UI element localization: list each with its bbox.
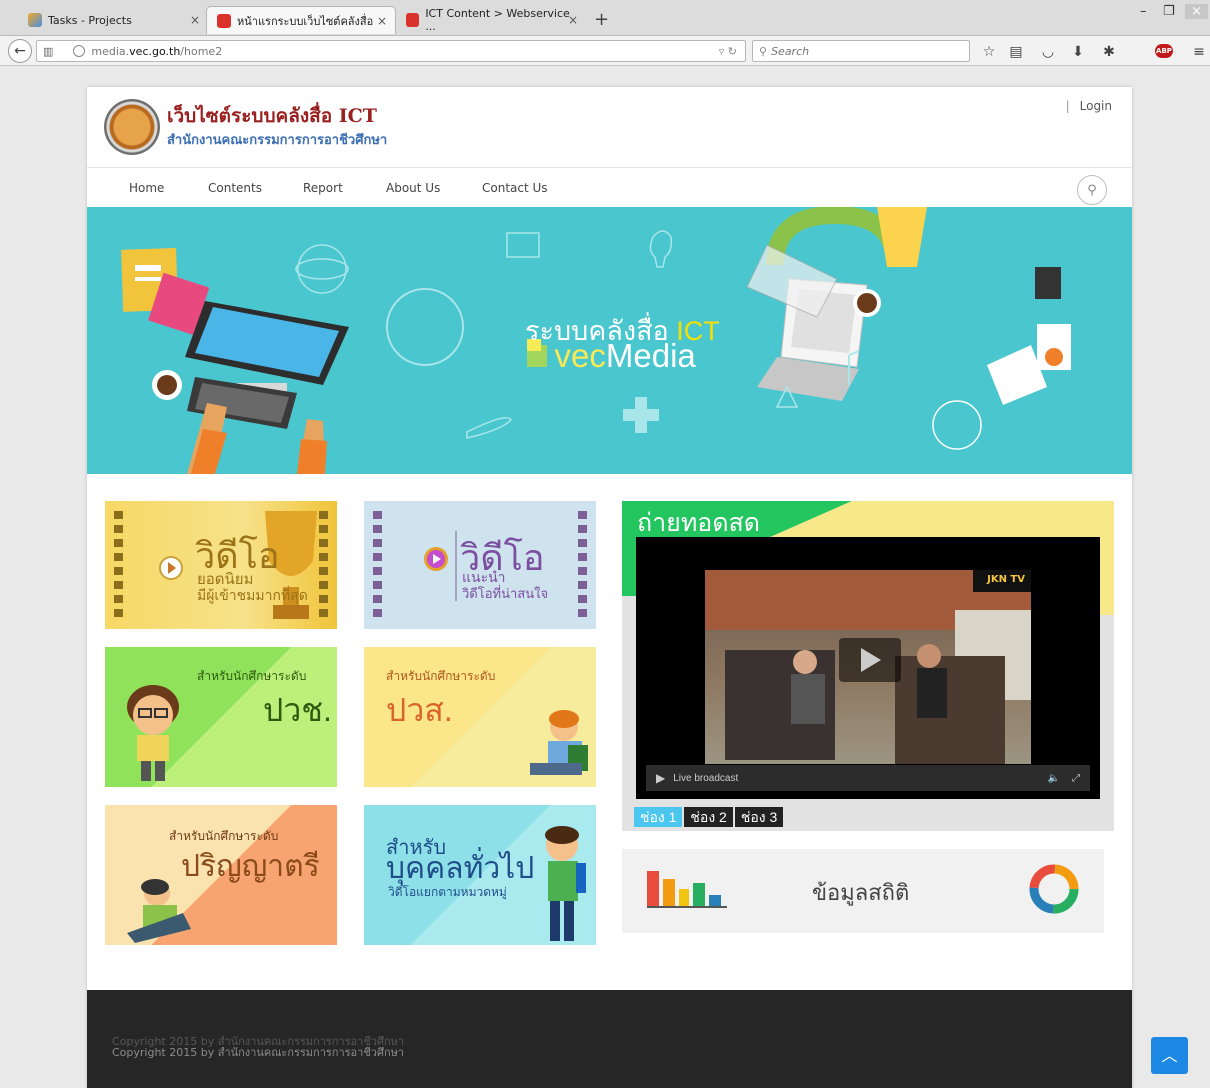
extension-icon[interactable]: ✱ [1100,44,1118,60]
menu-item-contents[interactable]: Contents [208,181,262,195]
banner-sub-vec: vec [554,337,606,374]
statistics-label: ข้อมูลสถิติ [812,880,910,905]
video-frame[interactable]: JKN TV [705,570,1031,764]
site-header: เว็บไซต์ระบบคลังสื่อ ICT สำนักงานคณะกรรม… [87,87,1132,167]
download-icon[interactable]: ⬇ [1069,44,1087,60]
menu-item-about-us[interactable]: About Us [386,181,440,195]
tab-ict-content-webservice[interactable]: ICT Content > Webservice ... × [396,6,586,34]
url-prefix: media. [91,44,130,58]
new-tab-button[interactable]: + [594,9,609,30]
close-tab-icon[interactable]: × [190,13,200,27]
tile-general-public[interactable]: สำหรับ บุคคลทั่วไป วิดีโอแยกตามหมวดหมู่ [364,805,596,945]
tile-student-bachelor[interactable]: สำหรับนักศึกษาระดับ ปริญญาตรี [105,805,337,945]
tile-pvc-level: ปวช. [263,692,332,728]
browser-search-box[interactable]: ⚲ [752,40,970,62]
play-icon[interactable]: ▶ [656,771,665,785]
menu-item-contact-us[interactable]: Contact Us [482,181,548,195]
footer-copyright: Copyright 2015 by สำนักงานคณะกรรมการการอ… [112,1046,405,1059]
menu-item-report[interactable]: Report [303,181,343,195]
channel-logo: JKN TV [987,574,1025,585]
tab-tasks-projects[interactable]: Tasks - Projects × [18,6,208,34]
banner-subtitle: vecMedia [527,337,696,375]
site-identity-icon[interactable] [73,45,86,57]
site-search-button[interactable]: ⚲ [1077,175,1107,205]
tile-pvc-line1: สำหรับนักศึกษาระดับ [197,669,307,683]
login-link[interactable]: Login [1066,99,1112,113]
search-icon: ⚲ [759,44,768,58]
reload-icon[interactable]: ▿ ↻ [719,45,737,58]
minimize-icon[interactable]: – [1140,4,1147,19]
pocket-icon[interactable]: ◡ [1039,44,1057,60]
back-to-top-button[interactable]: ︿ [1151,1037,1188,1074]
bookmark-star-icon[interactable]: ☆ [980,44,998,60]
live-broadcast-panel: ถ่ายทอดสด JKN TV ▶ Live broadcast 🔈 ⤢ ช่… [622,501,1114,831]
statistics-banner[interactable]: ข้อมูลสถิติ [622,849,1104,933]
restore-icon[interactable]: ❐ [1163,4,1175,19]
tab-title: หน้าแรกระบบเว็บไซต์คลังสื่อ [237,14,374,28]
browser-search-input[interactable] [771,44,952,58]
hamburger-menu-icon[interactable]: ≡ [1190,44,1208,60]
channel-1-tab[interactable]: ช่อง 1 [634,807,683,827]
main-menu: Home Contents Report About Us Contact Us… [87,167,1132,207]
tile-student-pvs[interactable]: สำหรับนักศึกษาระดับ ปวส. [364,647,596,787]
tile-popular-line2: มีผู้เข้าชมมากที่สุด [197,587,308,603]
hero-banner: ระบบคลังสื่อ ICT vecMedia [87,207,1132,474]
url-path: /home2 [180,44,223,58]
back-arrow-icon[interactable]: ← [8,39,32,63]
banner-sub-media: Media [605,337,696,374]
tile-recommended-line2: วิดีโอที่น่าสนใจ [462,586,549,601]
volume-icon[interactable]: 🔈 [1048,773,1060,784]
player-controls: ▶ Live broadcast 🔈 ⤢ [646,765,1090,791]
tab-title: Tasks - Projects [48,13,132,27]
site-footer: Copyright 2015 by สำนักงานคณะกรรมการการอ… [87,990,1132,1088]
tab-vec-media-home[interactable]: หน้าแรกระบบเว็บไซต์คลังสื่อ × [206,6,396,34]
live-broadcast-label: Live broadcast [673,772,739,784]
channel-2-tab[interactable]: ช่อง 2 [684,807,733,827]
tile-bachelor-level: ปริญญาตรี [181,850,320,883]
tile-recommended-videos[interactable]: วิดีโอ แนะนำ วิดีโอที่น่าสนใจ [364,501,596,629]
close-tab-icon[interactable]: × [568,13,578,27]
close-window-icon[interactable]: × [1185,4,1208,19]
browser-nav-bar: ← ▥ media.vec.go.th/home2 ▿ ↻ ⚲ ☆ ▤ ◡ ⬇ … [0,36,1210,66]
tile-popular-videos[interactable]: วิดีโอ ยอดนิยม มีผู้เข้าชมมากที่สุด [105,501,337,629]
fullscreen-icon[interactable]: ⤢ [1072,773,1080,784]
channel-selector: ช่อง 1 ช่อง 2 ช่อง 3 [634,807,785,827]
close-tab-icon[interactable]: × [377,14,387,28]
library-icon[interactable]: ▤ [1007,44,1025,60]
tile-pvs-line1: สำหรับนักศึกษาระดับ [386,669,496,683]
vec-seal-logo[interactable] [104,99,160,155]
url-bar[interactable]: ▥ media. vec.go.th/home2 ▿ ↻ [36,40,746,62]
channel-3-tab[interactable]: ช่อง 3 [734,807,784,827]
video-player[interactable]: JKN TV ▶ Live broadcast 🔈 ⤢ [636,537,1100,799]
adblock-plus-icon[interactable]: ABP [1155,44,1173,58]
tile-student-pvc[interactable]: สำหรับนักศึกษาระดับ ปวช. [105,647,337,787]
search-icon: ⚲ [1087,182,1097,198]
tasks-favicon-icon [28,13,42,27]
site-subtitle: สำนักงานคณะกรรมการการอาชีวศึกษา [167,133,388,148]
browser-tab-bar: Tasks - Projects × หน้าแรกระบบเว็บไซต์คล… [0,0,1210,36]
reader-view-icon[interactable]: ▥ [43,45,53,58]
url-domain: vec.go.th [129,44,181,58]
menu-item-home[interactable]: Home [129,181,164,195]
tile-pvs-level: ปวส. [386,692,453,728]
video-scene [705,570,1031,764]
chevron-up-icon: ︿ [1161,1046,1178,1065]
tab-title: ICT Content > Webservice ... [425,7,570,33]
tile-general-line2: วิดีโอแยกตามหมวดหมู่ [388,885,507,899]
site-title[interactable]: เว็บไซต์ระบบคลังสื่อ ICT [167,101,377,131]
page-container: เว็บไซต์ระบบคลังสื่อ ICT สำนักงานคณะกรรม… [87,87,1132,1088]
vec-favicon-icon [406,13,420,27]
vec-favicon-icon [217,13,231,28]
